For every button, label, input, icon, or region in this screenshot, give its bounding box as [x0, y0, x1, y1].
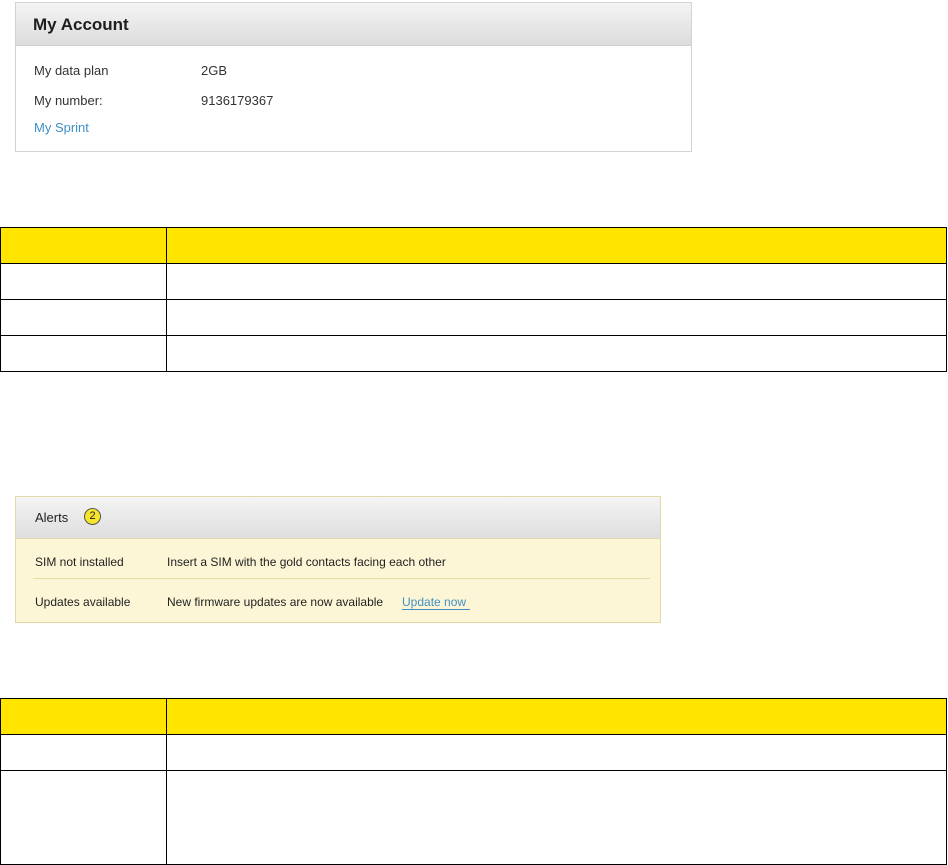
- table-header-row: [0, 698, 947, 735]
- alert-item: Updates available New firmware updates a…: [35, 595, 471, 610]
- phone-number-label: My number:: [34, 93, 103, 108]
- alert-name: Updates available: [35, 595, 131, 609]
- table-row: [0, 263, 947, 300]
- alert-message: Insert a SIM with the gold contacts faci…: [167, 555, 446, 569]
- data-plan-label: My data plan: [34, 63, 109, 78]
- alerts-count-badge: 2: [84, 508, 101, 525]
- alert-divider: [33, 578, 650, 579]
- table-header-cell: [166, 698, 947, 735]
- account-panel-title: My Account: [16, 3, 691, 46]
- alerts-description-table: [0, 698, 947, 865]
- update-now-link[interactable]: Update now: [402, 595, 471, 610]
- table-row: [0, 299, 947, 336]
- account-description-table: [0, 227, 947, 372]
- phone-number-row: My number: 9136179367: [34, 93, 273, 108]
- table-cell: [166, 770, 947, 865]
- table-header-cell: [0, 698, 167, 735]
- table-header-row: [0, 227, 947, 264]
- alerts-panel: Alerts 2 SIM not installed Insert a SIM …: [15, 496, 661, 623]
- table-cell: [0, 263, 167, 300]
- my-account-panel: My Account My data plan 2GB My number: 9…: [15, 2, 692, 152]
- table-header-cell: [0, 227, 167, 264]
- table-cell: [0, 335, 167, 372]
- data-plan-value: 2GB: [201, 63, 228, 78]
- alert-item: SIM not installed Insert a SIM with the …: [35, 555, 446, 569]
- phone-number-value: 9136179367: [201, 93, 274, 108]
- table-cell: [0, 734, 167, 771]
- table-cell: [0, 299, 167, 336]
- table-cell: [166, 299, 947, 336]
- table-cell: [166, 734, 947, 771]
- table-header-cell: [166, 227, 947, 264]
- alerts-title: Alerts: [35, 510, 69, 525]
- my-sprint-link[interactable]: My Sprint: [34, 120, 89, 135]
- table-cell: [0, 770, 167, 865]
- table-cell: [166, 335, 947, 372]
- alerts-header: Alerts 2: [16, 497, 660, 539]
- table-row: [0, 335, 947, 372]
- table-cell: [166, 263, 947, 300]
- table-row: [0, 734, 947, 771]
- alert-name: SIM not installed: [35, 555, 124, 569]
- data-plan-row: My data plan 2GB: [34, 63, 227, 78]
- alert-message: New firmware updates are now available: [167, 595, 384, 609]
- table-row: [0, 770, 947, 865]
